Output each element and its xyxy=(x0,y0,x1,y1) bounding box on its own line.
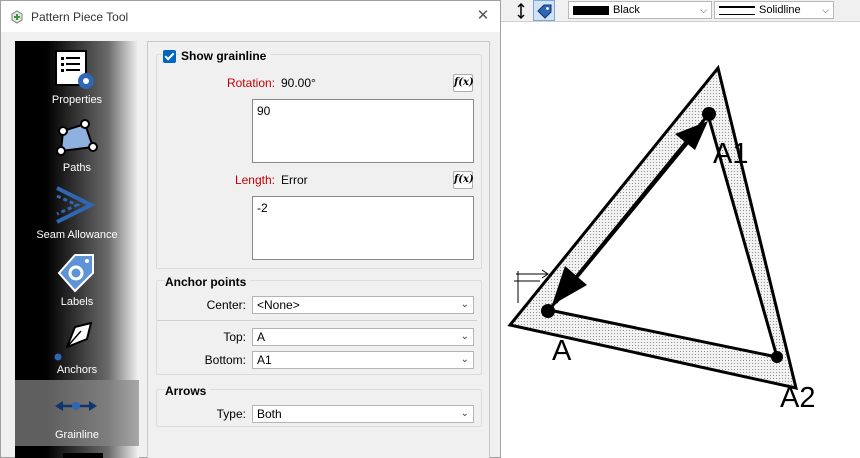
show-grainline-label: Show grainline xyxy=(181,49,271,63)
resize-vertical-icon xyxy=(517,2,525,19)
close-icon: ✕ xyxy=(476,7,490,24)
nav-item-paths[interactable]: Paths xyxy=(15,113,139,179)
properties-icon xyxy=(55,50,94,89)
color-swatch xyxy=(573,5,609,15)
rotation-formula-input[interactable]: 90 xyxy=(252,99,474,163)
nav-label-seam-allowance: Seam Allowance xyxy=(36,229,118,241)
center-value: <None> xyxy=(257,298,300,312)
center-label: Center: xyxy=(206,298,246,312)
nav-label-grainline: Grainline xyxy=(54,429,100,441)
chevron-down-icon: ⌄ xyxy=(460,299,469,310)
nav-item-grainline[interactable]: Grainline xyxy=(15,380,139,446)
seam-allowance-icon xyxy=(56,186,96,224)
line-type-value: Solidline xyxy=(759,4,801,16)
arrow-type-label: Type: xyxy=(216,407,246,421)
pattern-piece-drawing: A A1 A2 xyxy=(507,64,815,414)
chevron-down-icon: ⌄ xyxy=(460,408,469,419)
tag-icon xyxy=(57,254,94,293)
grainline-panel: Show grainline Rotation: 90.00° f(x) 90 … xyxy=(147,41,490,458)
length-formula-button[interactable]: f(x) xyxy=(453,171,474,189)
top-label: Top: xyxy=(223,330,246,344)
line-type-select[interactable]: Solidline ⌵ xyxy=(714,1,834,19)
piece-label-tool-button[interactable] xyxy=(533,0,555,21)
chevron-down-icon: ⌄ xyxy=(460,354,469,365)
arrows-title: Arrows xyxy=(165,384,211,398)
length-label: Length: xyxy=(234,173,275,187)
pattern-piece-dialog: Pattern Piece Tool ✕ Properties Paths Se… xyxy=(0,0,501,458)
nav-next-item-preview xyxy=(63,453,103,458)
nav-label-properties: Properties xyxy=(51,94,103,106)
dialog-titlebar[interactable]: Pattern Piece Tool ✕ xyxy=(1,1,500,32)
grainline-icon xyxy=(55,401,97,411)
chevron-down-icon: ⌄ xyxy=(460,331,469,342)
app-icon xyxy=(11,9,23,24)
arrows-group: Arrows Type: Both ⌄ xyxy=(156,384,482,427)
nav-item-seam-allowance[interactable]: Seam Allowance xyxy=(15,180,139,246)
anchor-points-title: Anchor points xyxy=(165,275,251,289)
length-formula-input[interactable]: -2 xyxy=(252,196,474,260)
tag-icon xyxy=(537,4,552,19)
show-grainline-checkbox[interactable] xyxy=(163,50,176,63)
point-a2[interactable] xyxy=(771,351,783,363)
point-label-a2: A2 xyxy=(780,382,815,414)
point-label-a1: A1 xyxy=(713,138,748,170)
chevron-down-icon: ⌵ xyxy=(822,5,829,15)
drawing-canvas[interactable]: A A1 A2 xyxy=(496,23,860,458)
resize-vertical-button[interactable] xyxy=(510,0,532,21)
paths-icon xyxy=(56,119,98,156)
arrow-type-value: Both xyxy=(257,407,282,421)
line-color-select[interactable]: Black ⌵ xyxy=(568,1,712,19)
nav-item-labels[interactable]: Labels xyxy=(15,247,139,313)
top-anchor-select[interactable]: A ⌄ xyxy=(252,328,474,346)
nav-item-properties[interactable]: Properties xyxy=(15,45,139,111)
grainline-group: Show grainline Rotation: 90.00° f(x) 90 … xyxy=(156,49,482,269)
grainline[interactable] xyxy=(555,126,702,304)
bottom-anchor-value: A1 xyxy=(257,353,272,367)
line-type-swatch xyxy=(719,5,755,15)
divider xyxy=(157,320,477,321)
point-label-a: A xyxy=(552,335,572,367)
nav-label-paths: Paths xyxy=(62,162,92,174)
center-select[interactable]: <None> ⌄ xyxy=(252,296,474,314)
chevron-down-icon: ⌵ xyxy=(700,5,707,15)
point-a[interactable] xyxy=(541,304,555,318)
arrow-type-select[interactable]: Both ⌄ xyxy=(252,405,474,423)
bottom-label: Bottom: xyxy=(204,353,246,367)
point-a1[interactable] xyxy=(702,107,716,121)
rotation-formula-button[interactable]: f(x) xyxy=(453,74,474,92)
bottom-anchor-select[interactable]: A1 ⌄ xyxy=(252,351,474,369)
line-color-value: Black xyxy=(613,4,640,16)
section-nav: Properties Paths Seam Allowance Labels A… xyxy=(15,41,139,458)
close-button[interactable]: ✕ xyxy=(474,7,492,25)
nav-label-labels: Labels xyxy=(60,296,94,308)
nav-label-anchors: Anchors xyxy=(56,364,98,376)
length-value: Error xyxy=(281,173,308,187)
anchor-points-group: Anchor points Center: <None> ⌄ Top: A ⌄ … xyxy=(156,275,482,375)
top-anchor-value: A xyxy=(257,330,266,344)
nav-item-anchors[interactable]: Anchors xyxy=(15,315,139,381)
dialog-title: Pattern Piece Tool xyxy=(31,9,129,24)
rotation-value: 90.00° xyxy=(281,76,316,90)
drawing-toolbar: Black ⌵ Solidline ⌵ xyxy=(496,0,860,22)
pen-nib-icon xyxy=(54,321,93,361)
